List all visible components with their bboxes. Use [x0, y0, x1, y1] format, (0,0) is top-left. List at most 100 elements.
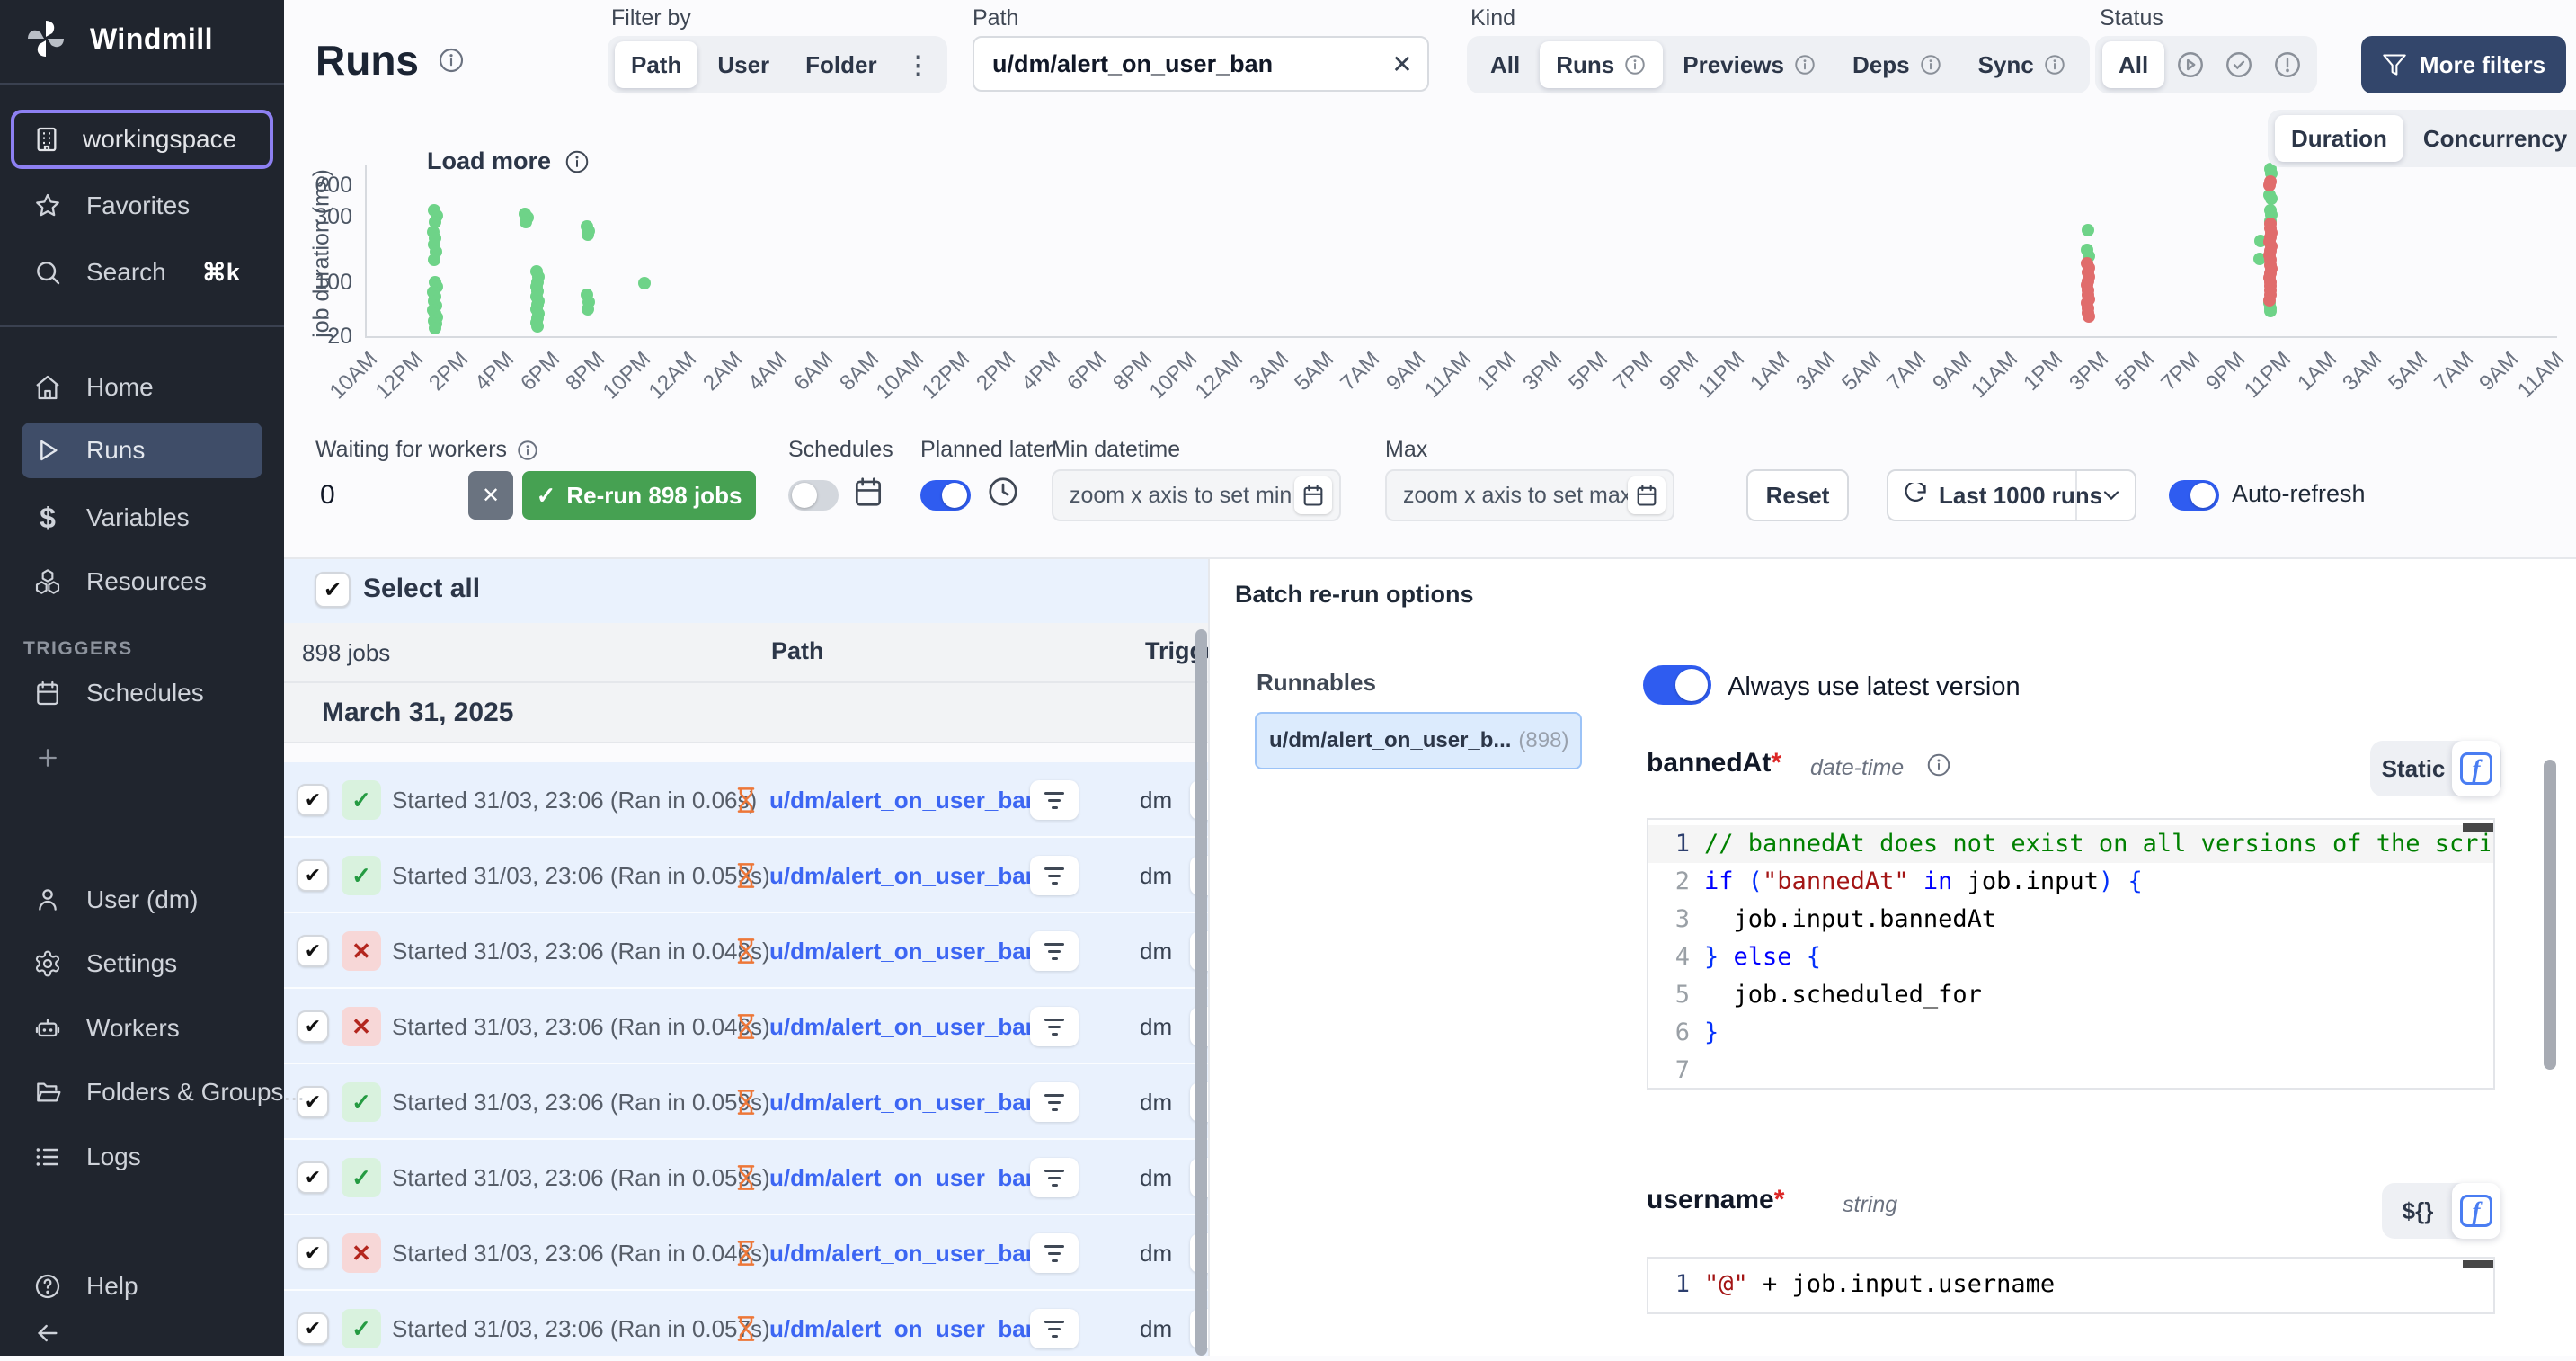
auto-refresh-toggle[interactable] — [2169, 480, 2219, 511]
status-tab-all[interactable]: All — [2102, 41, 2164, 88]
success-dot — [520, 216, 532, 228]
hourglass-icon — [732, 1239, 760, 1268]
row-filter-button[interactable] — [1030, 1309, 1079, 1348]
run-path-link[interactable]: u/dm/alert_on_user_ban — [769, 1064, 1040, 1140]
row-checkbox[interactable]: ✔ — [297, 1161, 329, 1194]
batch-panel-scrollbar[interactable] — [2544, 760, 2556, 1070]
sidebar-item-workers[interactable]: Workers — [22, 1001, 262, 1056]
run-path-link[interactable]: u/dm/alert_on_user_ban — [769, 1291, 1040, 1356]
status-tab-running[interactable] — [2168, 41, 2213, 88]
status-tab-success[interactable] — [2216, 41, 2261, 88]
sidebar-item-user[interactable]: User (dm) — [22, 872, 262, 928]
workspace-switcher[interactable]: workingspace — [11, 110, 273, 169]
static-mode-tab[interactable]: Static — [2370, 741, 2456, 796]
rerun-jobs-button[interactable]: ✓ Re-run 898 jobs — [522, 471, 756, 520]
sidebar-item-favorites[interactable]: Favorites — [22, 178, 262, 234]
run-path-link[interactable]: u/dm/alert_on_user_ban — [769, 1215, 1040, 1291]
planned-later-clock-button[interactable] — [986, 475, 1020, 509]
row-checkbox[interactable]: ✔ — [297, 1237, 329, 1269]
sidebar-item-schedules[interactable]: Schedules — [22, 665, 262, 721]
more-filters-button[interactable]: More filters — [2361, 36, 2566, 93]
cancel-selection-button[interactable]: ✕ — [468, 471, 513, 520]
username-js-mode-tab[interactable]: f — [2452, 1183, 2500, 1239]
filter-tab-folder[interactable]: Folder — [789, 41, 893, 88]
sidebar-item-home[interactable]: Home — [22, 360, 262, 415]
select-all-checkbox[interactable]: ✔ — [315, 572, 351, 608]
max-calendar-button[interactable] — [1628, 476, 1666, 514]
bannedAt-code-editor[interactable]: 1// bannedAt does not exist on all versi… — [1647, 818, 2495, 1090]
y-tick: 20 — [280, 324, 352, 350]
run-row[interactable]: ✔ ✓ Started 31/03, 23:06 (Ran in 0.059s)… — [284, 838, 1208, 913]
row-checkbox[interactable]: ✔ — [297, 1312, 329, 1345]
run-path-link[interactable]: u/dm/alert_on_user_ban — [769, 913, 1040, 989]
run-row[interactable]: ✔ ✕ Started 31/03, 23:06 (Ran in 0.048s)… — [284, 913, 1208, 989]
template-mode-tab[interactable]: ${} — [2382, 1183, 2454, 1239]
sidebar-item-runs[interactable]: Runs — [22, 423, 262, 478]
row-filter-button[interactable] — [1030, 856, 1079, 895]
clear-path-icon[interactable]: ✕ — [1377, 49, 1427, 79]
refresh-icon — [1903, 483, 1928, 508]
max-datetime-input[interactable]: zoom x axis to set max — [1385, 469, 1674, 521]
run-row[interactable]: ✔ ✓ Started 31/03, 23:06 (Ran in 0.059s)… — [284, 1140, 1208, 1215]
row-filter-button[interactable] — [1030, 1007, 1079, 1046]
min-datetime-input[interactable]: zoom x axis to set min (dr — [1052, 469, 1341, 521]
kind-tab-sync[interactable]: Sync — [1962, 41, 2083, 88]
kind-tab-all[interactable]: All — [1474, 41, 1536, 88]
last-runs-button[interactable]: Last 1000 runs — [1887, 469, 2136, 521]
row-filter-button[interactable] — [1030, 780, 1079, 820]
sidebar-item-settings[interactable]: Settings — [22, 936, 262, 992]
scatter-plot[interactable] — [365, 165, 2557, 338]
sidebar-item-variables[interactable]: $ Variables — [22, 490, 262, 546]
sidebar-add-button[interactable] — [22, 730, 262, 786]
planned-later-toggle[interactable] — [920, 480, 971, 511]
bannedAt-js-mode-tab[interactable]: f — [2452, 741, 2500, 796]
sidebar-item-folders-groups[interactable]: Folders & Groups... — [22, 1064, 262, 1120]
run-row[interactable]: ✔ ✕ Started 31/03, 23:06 (Ran in 0.046s)… — [284, 989, 1208, 1064]
row-filter-button[interactable] — [1030, 1082, 1079, 1122]
path-filter-field[interactable]: u/dm/alert_on_user_ban ✕ — [973, 36, 1429, 92]
reset-button[interactable]: Reset — [1746, 469, 1849, 521]
run-path-link[interactable]: u/dm/alert_on_user_ban — [769, 1140, 1040, 1215]
row-filter-button[interactable] — [1030, 931, 1079, 971]
run-row[interactable]: ✔ ✓ Started 31/03, 23:06 (Ran in 0.057s)… — [284, 1291, 1208, 1356]
runs-list-scrollbar[interactable] — [1195, 629, 1207, 1356]
row-checkbox[interactable]: ✔ — [297, 1010, 329, 1043]
y-tick: 100 — [280, 270, 352, 296]
chart-tab-duration[interactable]: Duration — [2275, 115, 2403, 162]
schedules-calendar-button[interactable] — [851, 475, 885, 509]
min-calendar-button[interactable] — [1294, 476, 1332, 514]
kind-tab-runs[interactable]: Runs — [1540, 41, 1663, 88]
sidebar-item-logs[interactable]: Logs — [22, 1129, 262, 1185]
info-icon — [1623, 53, 1647, 76]
kind-tab-previews[interactable]: Previews — [1666, 41, 1833, 88]
sidebar-item-resources[interactable]: Resources — [22, 554, 262, 609]
latest-version-toggle[interactable] — [1643, 665, 1711, 705]
filter-more-menu[interactable]: ⋮ — [897, 50, 940, 80]
success-dot — [2082, 224, 2094, 236]
filter-tab-path[interactable]: Path — [615, 41, 697, 88]
kind-tab-deps[interactable]: Deps — [1836, 41, 1959, 88]
run-row[interactable]: ✔ ✓ Started 31/03, 23:06 (Ran in 0.059s)… — [284, 1064, 1208, 1140]
runnable-chip[interactable]: u/dm/alert_on_user_b... (898) — [1255, 712, 1582, 769]
row-checkbox[interactable]: ✔ — [297, 859, 329, 892]
schedules-toggle[interactable] — [788, 480, 839, 511]
row-checkbox[interactable]: ✔ — [297, 784, 329, 816]
row-filter-button[interactable] — [1030, 1158, 1079, 1197]
sidebar-item-search[interactable]: Search ⌘k — [22, 245, 262, 300]
status-tab-failure[interactable] — [2265, 41, 2310, 88]
run-path-link[interactable]: u/dm/alert_on_user_ban — [769, 989, 1040, 1064]
run-row[interactable]: ✔ ✓ Started 31/03, 23:06 (Ran in 0.06s) … — [284, 762, 1208, 838]
collapse-sidebar-button[interactable] — [22, 1305, 262, 1361]
last-runs-dropdown-button[interactable] — [2088, 483, 2135, 508]
run-path-link[interactable]: u/dm/alert_on_user_ban — [769, 838, 1040, 913]
run-path-link[interactable]: u/dm/alert_on_user_ban — [769, 762, 1040, 838]
chart-tab-concurrency[interactable]: Concurrency — [2407, 115, 2576, 162]
select-all-label[interactable]: Select all — [363, 574, 480, 604]
username-code-editor[interactable]: 1"@" + job.input.username — [1647, 1257, 2495, 1314]
row-filter-button[interactable] — [1030, 1233, 1079, 1273]
run-row[interactable]: ✔ ✕ Started 31/03, 23:06 (Ran in 0.046s)… — [284, 1215, 1208, 1291]
row-checkbox[interactable]: ✔ — [297, 935, 329, 967]
status-badge: ✓ — [342, 1082, 381, 1122]
run-started-text: Started 31/03, 23:06 (Ran in 0.046s) — [392, 1215, 770, 1291]
filter-tab-user[interactable]: User — [701, 41, 786, 88]
